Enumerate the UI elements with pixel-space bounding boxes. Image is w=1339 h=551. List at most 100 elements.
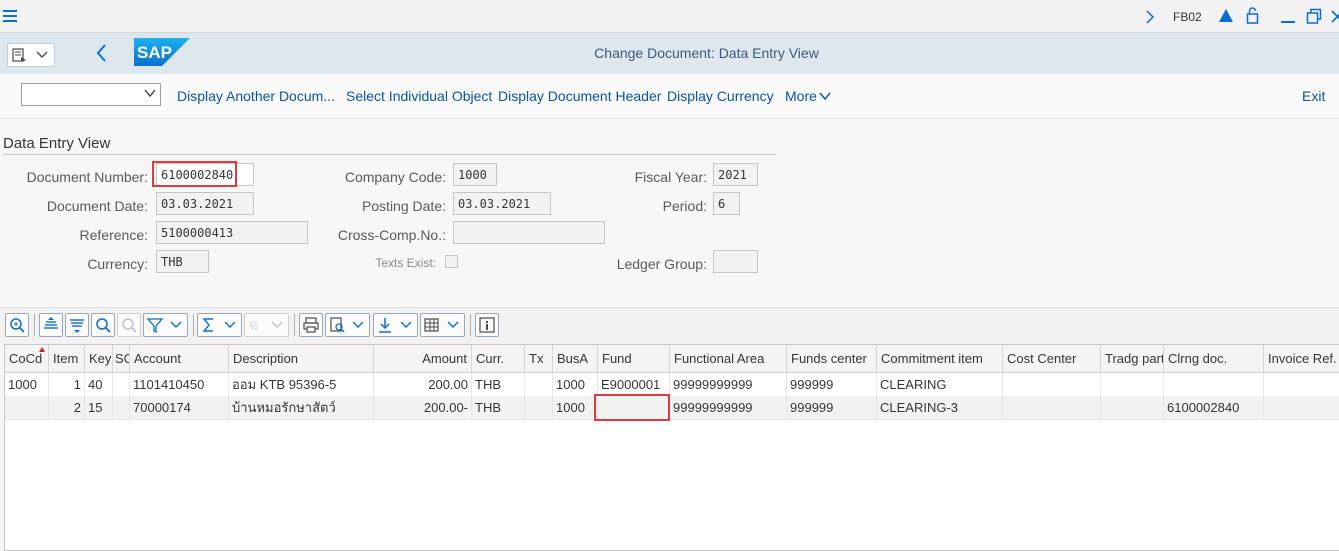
table-row[interactable]: 1000 1 40 1101410450 ออม KTB 95396-5 200… bbox=[5, 373, 1339, 397]
column-header[interactable]: Clrng doc. bbox=[1164, 345, 1264, 372]
currency-label: Currency: bbox=[87, 256, 148, 272]
sort-ascending-icon bbox=[44, 317, 58, 329]
posting-date-label: Posting Date: bbox=[361, 198, 446, 214]
column-header[interactable]: Tradg part bbox=[1101, 345, 1164, 372]
column-header[interactable]: Account bbox=[130, 345, 229, 372]
column-header[interactable]: Cost Center bbox=[1003, 345, 1101, 372]
app-toolbar: Display Another Docum... Select Individu… bbox=[0, 74, 1339, 119]
cell-description: ออม KTB 95396-5 bbox=[229, 373, 374, 396]
find-next-button[interactable] bbox=[117, 313, 141, 337]
ledger-group-field[interactable] bbox=[713, 250, 758, 273]
menu-icon[interactable] bbox=[3, 9, 17, 23]
cell-key: 40 bbox=[85, 373, 113, 396]
select-individual-object-button[interactable]: Select Individual Object bbox=[346, 88, 492, 104]
subtotal-icon: ½ bbox=[249, 320, 258, 332]
magnifier-plus-icon bbox=[10, 318, 25, 333]
subtotal-button[interactable]: ½ bbox=[244, 313, 289, 337]
cell-sg bbox=[113, 396, 130, 419]
layout-grid-icon bbox=[424, 318, 439, 332]
cell-trading-partner bbox=[1101, 396, 1164, 419]
information-button[interactable] bbox=[475, 313, 499, 337]
document-date-field[interactable]: 03.03.2021 bbox=[156, 192, 254, 215]
company-code-field[interactable]: 1000 bbox=[453, 163, 497, 186]
sum-icon bbox=[202, 318, 213, 332]
cell-functional-area: 99999999999 bbox=[670, 396, 787, 419]
table-row[interactable]: 2 15 70000174 บ้านหมอรักษาสัตว์ 200.00- … bbox=[5, 396, 1339, 420]
display-document-header-button[interactable]: Display Document Header bbox=[498, 88, 661, 104]
company-code-label: Company Code: bbox=[344, 169, 446, 185]
filter-icon bbox=[146, 318, 164, 334]
chevron-down-icon bbox=[819, 92, 831, 101]
cell-funds-center: 999999 bbox=[787, 396, 877, 419]
filter-button[interactable] bbox=[143, 313, 188, 337]
period-label: Period: bbox=[662, 198, 707, 214]
layout-button[interactable] bbox=[420, 313, 465, 337]
display-another-document-button[interactable]: Display Another Docum... bbox=[177, 88, 335, 104]
chevron-down-icon bbox=[352, 321, 364, 328]
separator bbox=[294, 314, 295, 336]
variant-dropdown[interactable] bbox=[21, 83, 161, 106]
find-button[interactable] bbox=[91, 313, 115, 337]
views-button[interactable] bbox=[325, 313, 370, 337]
total-button[interactable] bbox=[197, 313, 242, 337]
search-next-icon bbox=[122, 318, 137, 333]
minimize-icon[interactable] bbox=[1280, 8, 1296, 24]
ledger-group-label: Ledger Group: bbox=[616, 256, 707, 272]
column-header[interactable]: Invoice Ref. bbox=[1264, 345, 1339, 372]
print-button[interactable] bbox=[299, 313, 323, 337]
reference-field[interactable]: 5100000413 bbox=[156, 221, 308, 244]
notification-icon[interactable] bbox=[1218, 8, 1234, 23]
expand-arrow-icon[interactable] bbox=[1145, 10, 1155, 24]
export-button[interactable] bbox=[373, 313, 418, 337]
cross-comp-field[interactable] bbox=[453, 221, 605, 244]
highlight-box-empty-fund bbox=[594, 394, 670, 421]
column-header[interactable]: Description bbox=[229, 345, 374, 372]
texts-exist-checkbox[interactable] bbox=[445, 255, 458, 268]
cell-invoice-ref bbox=[1264, 396, 1339, 419]
currency-field[interactable]: THB bbox=[156, 250, 209, 273]
line-items-grid: CoCd Item Key SG Account Description Amo… bbox=[4, 344, 1339, 551]
column-header[interactable]: Funds center bbox=[787, 345, 877, 372]
column-header[interactable]: Curr. bbox=[472, 345, 525, 372]
column-header[interactable]: BusA bbox=[553, 345, 598, 372]
cell-account: 70000174 bbox=[130, 396, 229, 419]
column-header[interactable]: Amount bbox=[374, 345, 472, 372]
grid-toolbar: ½ bbox=[0, 307, 1339, 344]
download-icon bbox=[379, 318, 391, 333]
cell-invoice-ref bbox=[1264, 373, 1339, 396]
lock-icon[interactable] bbox=[1246, 7, 1259, 24]
chevron-down-icon bbox=[144, 89, 156, 98]
document-date-label: Document Date: bbox=[46, 198, 148, 214]
column-header[interactable]: Functional Area bbox=[670, 345, 787, 372]
separator bbox=[34, 314, 35, 336]
svg-text:½: ½ bbox=[249, 320, 258, 332]
fiscal-year-field[interactable]: 2021 bbox=[713, 163, 758, 186]
cell-tax bbox=[525, 396, 553, 419]
sort-descending-button[interactable] bbox=[65, 313, 89, 337]
cell-tax bbox=[525, 373, 553, 396]
column-header[interactable]: Commitment item bbox=[877, 345, 1003, 372]
period-field[interactable]: 6 bbox=[713, 192, 740, 215]
cell-functional-area: 99999999999 bbox=[670, 373, 787, 396]
cell-item: 1 bbox=[49, 373, 85, 396]
fiscal-year-label: Fiscal Year: bbox=[634, 169, 707, 185]
search-icon bbox=[96, 318, 111, 333]
column-header[interactable]: SG bbox=[113, 345, 130, 372]
column-header[interactable]: Item bbox=[49, 345, 85, 372]
cell-cocd bbox=[5, 396, 49, 419]
close-icon[interactable] bbox=[1331, 9, 1339, 23]
posting-date-field[interactable]: 03.03.2021 bbox=[453, 192, 551, 215]
restore-icon[interactable] bbox=[1306, 8, 1322, 24]
highlight-box-document-number bbox=[152, 161, 237, 187]
display-currency-button[interactable]: Display Currency bbox=[667, 88, 774, 104]
more-button[interactable]: More bbox=[785, 88, 831, 104]
document-number-label: Document Number: bbox=[26, 169, 148, 185]
sort-ascending-button[interactable] bbox=[39, 313, 63, 337]
chevron-down-icon bbox=[170, 321, 182, 328]
title-bar: SAP Change Document: Data Entry View bbox=[0, 33, 1339, 74]
column-header[interactable]: Tx bbox=[525, 345, 553, 372]
exit-button[interactable]: Exit bbox=[1302, 88, 1325, 104]
details-button[interactable] bbox=[5, 313, 29, 337]
column-header[interactable]: Fund bbox=[598, 345, 670, 372]
column-header[interactable]: Key bbox=[85, 345, 113, 372]
